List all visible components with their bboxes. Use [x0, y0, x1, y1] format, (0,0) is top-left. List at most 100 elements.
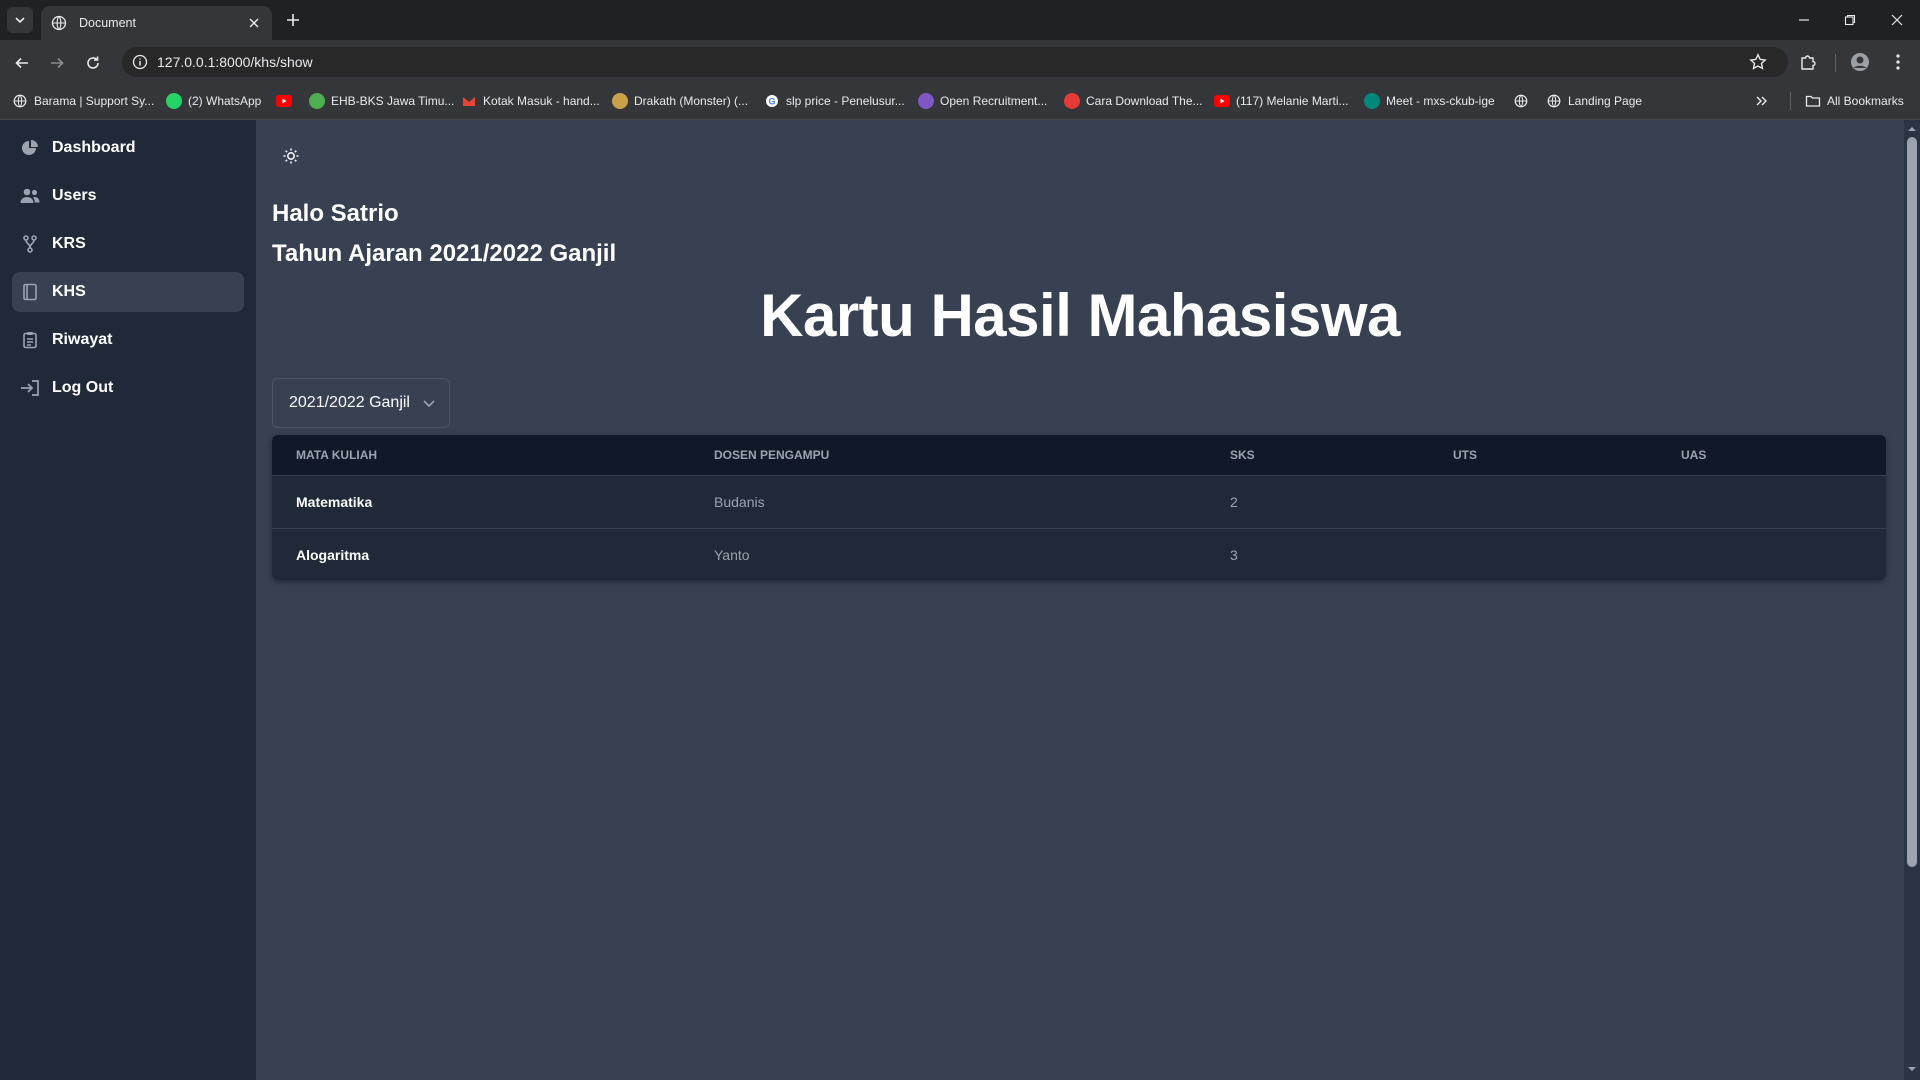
address-bar[interactable]	[122, 47, 1788, 77]
folder-icon	[1805, 95, 1821, 107]
bookmark-item[interactable]: Gslp price - Penelusur...	[764, 90, 905, 112]
pie-chart-icon	[20, 138, 40, 158]
bookmark-label: (117) Melanie Marti...	[1236, 94, 1349, 108]
chevron-down-icon	[423, 400, 435, 408]
scrollbar-thumb[interactable]	[1907, 137, 1917, 867]
gmail-icon	[461, 93, 477, 109]
plus-icon	[287, 14, 299, 26]
bookmark-item[interactable]: (117) Melanie Marti...	[1214, 90, 1348, 112]
sks-value: 3	[1230, 546, 1238, 563]
bookmark-label: Open Recruitment...	[940, 94, 1048, 108]
sks-value: 2	[1230, 493, 1238, 510]
browser-tabstrip: Document	[0, 0, 1920, 40]
sidebar-item-label: KHS	[52, 283, 86, 300]
bookmark-label: EHB-BKS Jawa Timu...	[331, 94, 455, 108]
bookmark-item[interactable]: EHB-BKS Jawa Timu...	[309, 90, 454, 112]
book-icon	[20, 282, 40, 302]
reload-button[interactable]	[81, 51, 105, 75]
table-row: Alogaritma Yanto 3	[272, 528, 1886, 580]
course-name: Matematika	[296, 493, 373, 510]
clipboard-icon	[20, 330, 40, 350]
browser-menu-button[interactable]	[1888, 52, 1908, 72]
bookmark-item[interactable]: Barama | Support Sy...	[12, 90, 154, 112]
semester-select-value: 2021/2022 Ganjil	[289, 394, 410, 411]
profile-button[interactable]	[1850, 52, 1870, 72]
bookmark-item[interactable]	[1513, 90, 1535, 112]
all-bookmarks-button[interactable]: All Bookmarks	[1805, 90, 1904, 112]
minimize-icon	[1799, 19, 1809, 21]
restore-icon	[1844, 14, 1856, 26]
sidebar-item-khs[interactable]: KHS	[12, 272, 244, 312]
bookmark-item[interactable]: Drakath (Monster) (...	[612, 90, 748, 112]
back-button[interactable]	[10, 51, 34, 75]
bookmark-label: Kotak Masuk - hand...	[483, 94, 600, 108]
bookmark-item[interactable]: (2) WhatsApp	[166, 90, 261, 112]
header-uts: UTS	[1453, 447, 1477, 462]
svg-text:G: G	[768, 96, 775, 106]
sidebar-item-log-out[interactable]: Log Out	[12, 368, 244, 408]
double-chevron-right-icon	[1756, 96, 1767, 106]
bookmark-item[interactable]: Landing Page	[1546, 90, 1642, 112]
close-icon	[1891, 14, 1903, 26]
tab-close-icon[interactable]	[246, 15, 262, 31]
minimize-button[interactable]	[1781, 0, 1827, 40]
uts-value	[1429, 528, 1657, 580]
header-dosen-pengampu: Dosen Pengampu	[714, 447, 830, 462]
bookmark-label: Barama | Support Sy...	[34, 94, 155, 108]
uas-value	[1657, 528, 1886, 580]
kebab-menu-icon	[1896, 54, 1900, 70]
globe-icon	[1546, 93, 1562, 109]
semester-select[interactable]: 2021/2022 Ganjil	[272, 378, 450, 428]
sidebar-item-label: Log Out	[52, 379, 114, 396]
new-tab-button[interactable]	[282, 9, 304, 31]
scroll-down-icon[interactable]	[1906, 1063, 1918, 1075]
bookmarks-separator	[1790, 92, 1791, 110]
theme-toggle-button[interactable]	[282, 146, 300, 166]
page-content: Dashboard Users KRS KHS Riwayat Log Out Halo …	[0, 120, 1920, 1080]
bookmark-item[interactable]	[276, 90, 298, 112]
arrow-left-icon	[15, 57, 28, 69]
bookmark-label: Meet - mxs-ckub-ige	[1386, 94, 1495, 108]
globe-icon	[51, 15, 67, 31]
extensions-button[interactable]	[1798, 52, 1818, 72]
forward-button[interactable]	[45, 51, 69, 75]
bookmark-item[interactable]: Meet - mxs-ckub-ige	[1364, 90, 1495, 112]
bookmark-item[interactable]: Kotak Masuk - hand...	[461, 90, 600, 112]
bookmark-star-icon[interactable]	[1749, 53, 1767, 71]
bookmark-label: Landing Page	[1568, 94, 1643, 108]
sidebar-item-label: KRS	[52, 235, 86, 252]
drakath-icon	[612, 93, 628, 109]
site-info-icon[interactable]	[132, 54, 148, 70]
users-icon	[20, 186, 40, 206]
header-uas: UAS	[1681, 447, 1707, 462]
sidebar-item-users[interactable]: Users	[12, 176, 244, 216]
restore-button[interactable]	[1827, 0, 1873, 40]
git-branch-icon	[20, 234, 40, 254]
sidebar-item-label: Riwayat	[52, 331, 113, 348]
browser-tab[interactable]: Document	[41, 6, 272, 40]
lecturer-name: Budanis	[714, 493, 765, 510]
header-sks: SKS	[1230, 447, 1255, 462]
sidebar-item-riwayat[interactable]: Riwayat	[12, 320, 244, 360]
sun-icon	[283, 148, 299, 164]
reload-icon	[87, 56, 99, 69]
chevron-down-icon	[15, 17, 25, 24]
whatsapp-icon	[166, 93, 182, 109]
url-text[interactable]: 127.0.0.1:8000/khs/show	[157, 53, 313, 71]
close-window-button[interactable]	[1874, 0, 1920, 40]
bookmark-item[interactable]: Open Recruitment...	[918, 90, 1047, 112]
sidebar-item-dashboard[interactable]: Dashboard	[12, 128, 244, 168]
table-row: Matematika Budanis 2	[272, 475, 1886, 528]
table-header-row: Mata Kuliah Dosen Pengampu SKS UTS UAS	[272, 435, 1886, 475]
bookmark-item[interactable]: Cara Download The...	[1064, 90, 1203, 112]
tab-search-button[interactable]	[7, 7, 33, 33]
ehb-icon	[309, 93, 325, 109]
sidebar-item-krs[interactable]: KRS	[12, 224, 244, 264]
sidebar-item-label: Users	[52, 187, 97, 204]
scroll-up-icon[interactable]	[1906, 123, 1918, 135]
page-title: Kartu Hasil Mahasiswa	[760, 282, 1400, 349]
logout-icon	[20, 378, 40, 398]
bookmarks-overflow-button[interactable]	[1755, 90, 1769, 112]
globe-icon	[1513, 93, 1529, 109]
greeting-heading: Halo Satrio	[272, 200, 399, 227]
